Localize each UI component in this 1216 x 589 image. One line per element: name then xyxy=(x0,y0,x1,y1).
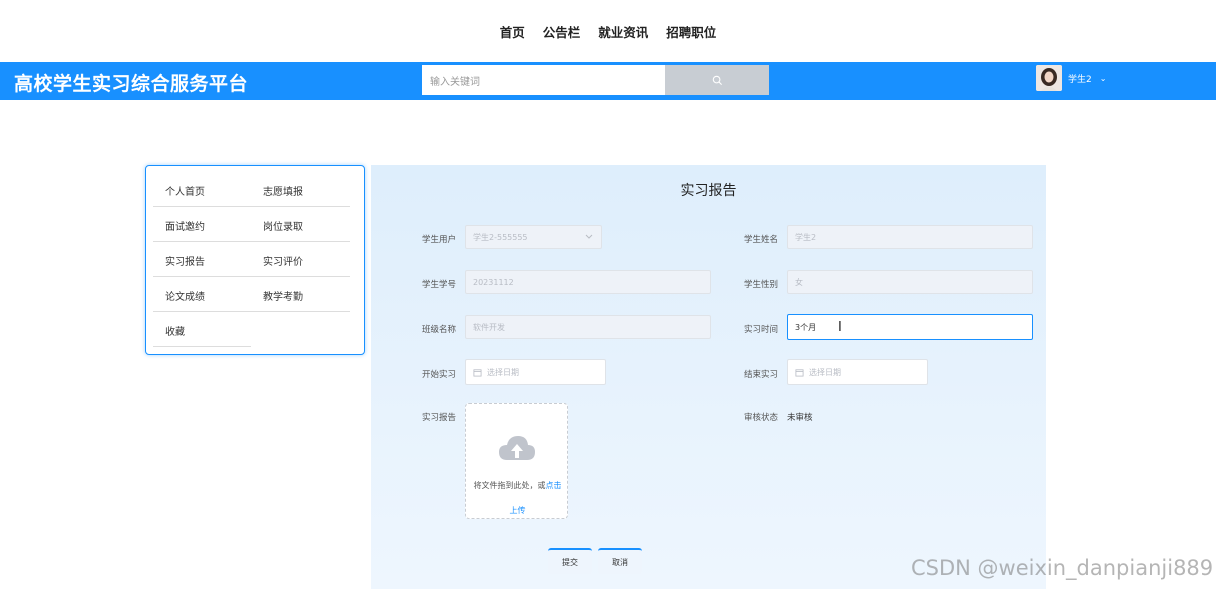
upload-link-2[interactable]: 上传 xyxy=(466,505,569,516)
calendar-icon xyxy=(473,368,482,377)
nav-employment-news[interactable]: 就业资讯 xyxy=(598,22,648,41)
menu-row: 论文成绩 教学考勤 xyxy=(153,277,350,312)
search-input[interactable]: 输入关键词 xyxy=(422,65,665,95)
duration-field[interactable]: 3个月 xyxy=(787,314,1033,340)
side-menu: 个人首页 志愿填报 面试邀约 岗位录取 实习报告 实习评价 论文成绩 教学考勤 … xyxy=(145,165,365,355)
start-date-placeholder: 选择日期 xyxy=(487,367,519,377)
class-label: 班级名称 xyxy=(422,325,457,335)
status-value: 未审核 xyxy=(787,413,813,423)
upload-link[interactable]: 点击 xyxy=(546,481,562,490)
end-date-placeholder: 选择日期 xyxy=(809,367,841,377)
end-date-picker[interactable]: 选择日期 xyxy=(787,359,928,385)
menu-item-favorites[interactable]: 收藏 xyxy=(165,323,185,338)
upload-hint: 将文件拖到此处，或点击 xyxy=(473,481,562,490)
header-bar: 高校学生实习综合服务平台 输入关键词 学生2 ⌄ xyxy=(0,62,1216,100)
gender-label: 学生性别 xyxy=(744,280,779,290)
menu-item-admission[interactable]: 岗位录取 xyxy=(263,218,303,233)
nav-job-positions[interactable]: 招聘职位 xyxy=(666,22,716,41)
menu-item-interview[interactable]: 面试邀约 xyxy=(165,218,205,233)
chevron-down-icon xyxy=(585,234,593,239)
search-icon xyxy=(712,75,722,85)
site-title: 高校学生实习综合服务平台 xyxy=(14,73,249,95)
menu-item-report[interactable]: 实习报告 xyxy=(165,253,205,268)
report-form-panel: 实习报告 学生用户 学生2-555555 学生姓名 学生2 学生学号 20231… xyxy=(371,165,1046,589)
start-date-picker[interactable]: 选择日期 xyxy=(465,359,606,385)
submit-button[interactable]: 提交 xyxy=(548,548,592,574)
student-id-field[interactable]: 20231112 xyxy=(465,270,711,294)
watermark: CSDN @weixin_danpianji889 xyxy=(911,556,1214,580)
avatar xyxy=(1036,65,1062,91)
student-name-label: 学生姓名 xyxy=(744,235,779,245)
duration-label: 实习时间 xyxy=(744,325,779,335)
menu-item-volunteer[interactable]: 志愿填报 xyxy=(263,183,303,198)
text-cursor-icon: Ⅰ xyxy=(838,320,842,335)
user-menu[interactable]: 学生2 ⌄ xyxy=(1036,65,1106,91)
gender-field[interactable]: 女 xyxy=(787,270,1033,294)
menu-row: 个人首页 志愿填报 xyxy=(153,172,350,207)
chevron-down-icon[interactable]: ⌄ xyxy=(1100,74,1107,83)
menu-row: 实习报告 实习评价 xyxy=(153,242,350,277)
student-user-label: 学生用户 xyxy=(422,235,457,245)
start-label: 开始实习 xyxy=(422,370,457,380)
report-label: 实习报告 xyxy=(422,413,457,423)
menu-row: 面试邀约 岗位录取 xyxy=(153,207,350,242)
class-field[interactable]: 软件开发 xyxy=(465,315,711,339)
end-label: 结束实习 xyxy=(744,370,779,380)
cancel-button[interactable]: 取消 xyxy=(598,548,642,574)
status-label: 审核状态 xyxy=(744,413,779,423)
menu-row: 收藏 xyxy=(153,312,251,347)
student-user-value: 学生2-555555 xyxy=(473,232,528,242)
calendar-icon xyxy=(795,368,804,377)
user-name: 学生2 xyxy=(1068,74,1092,85)
student-name-field[interactable]: 学生2 xyxy=(787,225,1033,249)
menu-item-profile[interactable]: 个人首页 xyxy=(165,183,205,198)
form-title: 实习报告 xyxy=(680,183,737,199)
menu-item-thesis[interactable]: 论文成绩 xyxy=(165,288,205,303)
nav-announcements[interactable]: 公告栏 xyxy=(543,22,581,41)
upload-area[interactable]: 将文件拖到此处，或点击 上传 xyxy=(465,403,568,519)
search-bar: 输入关键词 xyxy=(422,65,769,95)
menu-item-attendance[interactable]: 教学考勤 xyxy=(263,288,303,303)
cloud-upload-icon xyxy=(499,436,535,460)
student-user-select[interactable]: 学生2-555555 xyxy=(465,225,602,249)
top-nav: 首页 公告栏 就业资讯 招聘职位 xyxy=(0,0,1216,62)
search-button[interactable] xyxy=(665,65,769,95)
nav-home[interactable]: 首页 xyxy=(500,22,525,41)
student-id-label: 学生学号 xyxy=(422,280,457,290)
menu-item-evaluation[interactable]: 实习评价 xyxy=(263,253,303,268)
